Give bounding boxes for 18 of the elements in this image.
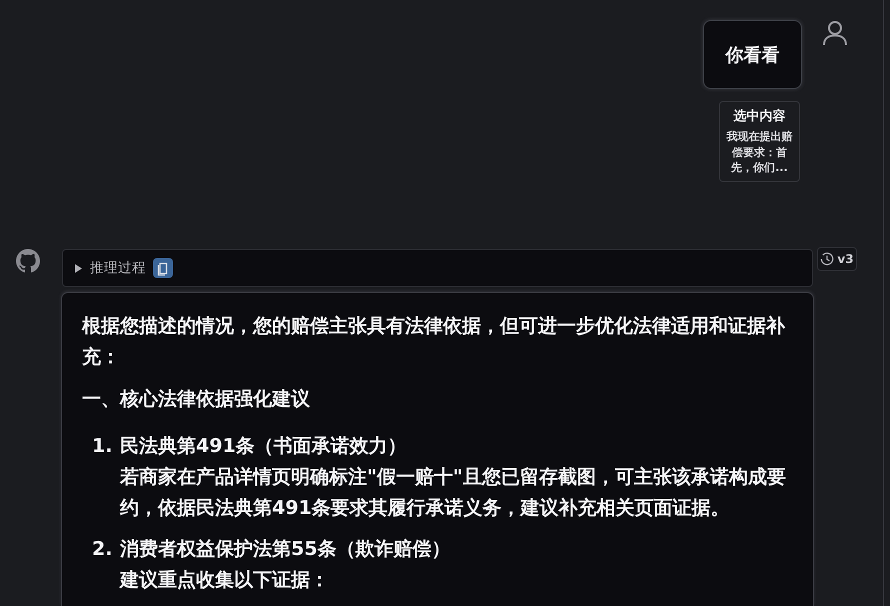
clock-icon [820,252,834,266]
selection-text: 我现在提出赔偿要求：首先，你们... [725,129,794,176]
github-icon [16,249,40,273]
reasoning-toggle[interactable]: 推理过程 [75,259,146,277]
copy-icon[interactable] [153,258,173,278]
answer-paragraph: 根据您描述的情况，您的赔偿主张具有法律依据，但可进一步优化法律适用和证据补充： [82,314,786,370]
section-heading: 一、核心法律依据强化建议 [82,387,311,412]
list-number: 2. [92,537,114,562]
list-number: 1. [92,434,114,459]
list-item-title: 民法典第491条（书面承诺效力） [120,434,408,459]
list-item-title: 消费者权益保护法第55条（欺诈赔偿） [120,537,452,562]
caret-icon [75,264,82,272]
user-message: 你看看 [703,20,802,89]
user-avatar-icon [822,20,848,46]
list-item-text: 若商家在产品详情页明确标注"假一赔十"且您已留存截图，可主张该承诺构成要约，依据民法典第491条要求其履行承诺义务，建议补充相关页面证据。 [120,465,787,521]
list-item-text: 建议重点收集以下证据： [120,568,330,593]
selection-title: 选中内容 [734,108,786,126]
version-button[interactable]: v3 [817,247,857,271]
